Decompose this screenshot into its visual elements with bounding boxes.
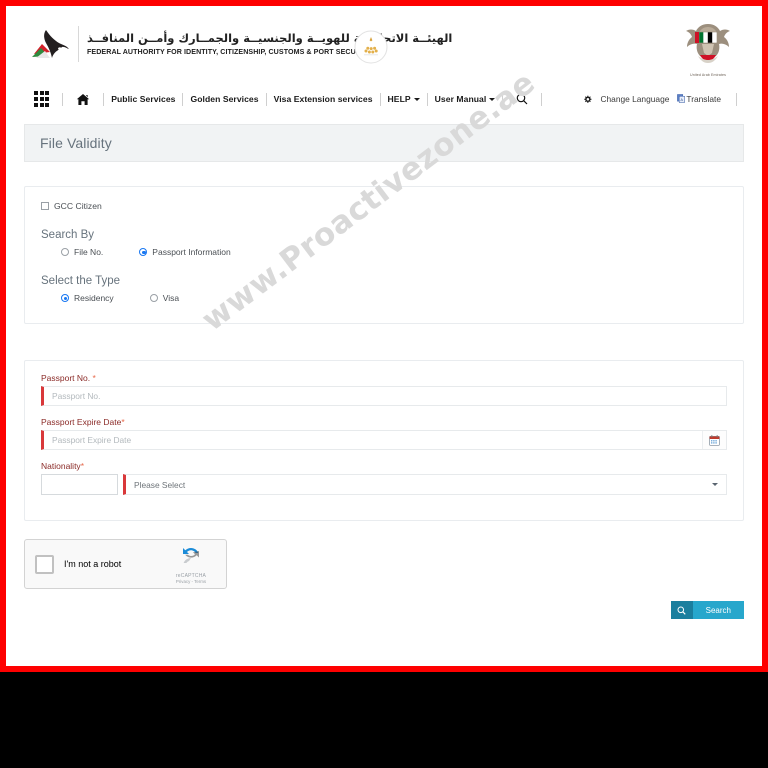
search-icon: [670, 601, 693, 619]
site-header: الهيئــة الاتحاديــة للهويــة والجنسيــة…: [6, 6, 762, 84]
passport-expire-date-field: Passport Expire Date*: [41, 417, 727, 450]
falcon-logo-icon: [32, 30, 69, 58]
gcc-citizen-checkbox-row[interactable]: GCC Citizen: [41, 201, 727, 211]
gcc-citizen-label: GCC Citizen: [54, 201, 102, 211]
government-seal-icon: [354, 30, 388, 64]
radio-indicator: [149, 294, 158, 302]
brand-divider: [78, 26, 79, 62]
nav-item-help-label: HELP: [387, 94, 411, 104]
nav-item-public-services[interactable]: Public Services: [111, 94, 175, 104]
brand-block[interactable]: الهيئــة الاتحاديــة للهويــة والجنسيــة…: [28, 24, 452, 64]
passport-no-field: Passport No. *: [41, 373, 727, 406]
recaptcha-branding: reCAPTCHA Privacy - Terms: [166, 545, 216, 584]
page-title-band: File Validity: [24, 124, 744, 162]
nav-divider: [379, 92, 381, 106]
calendar-icon[interactable]: [702, 431, 726, 449]
nationality-row: Please Select: [41, 474, 727, 495]
home-icon[interactable]: [70, 93, 96, 106]
nationality-select-value: Please Select: [134, 479, 186, 490]
nationality-field: Nationality* Please Select: [41, 461, 727, 495]
search-by-heading: Search By: [41, 229, 95, 241]
nav-item-user-manual[interactable]: User Manual: [435, 94, 496, 104]
search-button[interactable]: Search: [670, 601, 744, 619]
recaptcha-checkbox[interactable]: [35, 554, 54, 574]
select-type-heading: Select the Type: [41, 275, 121, 287]
chevron-down-icon: [413, 97, 420, 101]
nationality-label-text: Nationality: [41, 461, 81, 471]
search-options-panel: GCC Citizen Search By File No. Passport …: [24, 186, 744, 324]
radio-label: Passport Information: [152, 247, 231, 257]
translate-label: Translate: [686, 94, 721, 104]
nav-divider: [62, 92, 64, 106]
radio-search-by-passport-information[interactable]: Passport Information: [139, 247, 231, 257]
change-language-link[interactable]: Change Language: [600, 94, 669, 104]
passport-expire-date-label-text: Passport Expire Date: [41, 417, 122, 427]
passport-no-input[interactable]: [44, 387, 726, 405]
recaptcha-brand-links[interactable]: Privacy - Terms: [166, 579, 216, 584]
passport-no-input-wrap: [41, 386, 727, 406]
nav-divider: [502, 92, 504, 106]
radio-label: Visa: [162, 293, 180, 303]
grid-apps-icon[interactable]: [28, 91, 55, 107]
search-button-label: Search: [692, 601, 744, 619]
uae-emblem-caption: United Arab Emirates: [690, 73, 726, 77]
passport-expire-date-input[interactable]: [44, 431, 702, 449]
brand-arabic-title: الهيئــة الاتحاديــة للهويــة والجنسيــة…: [87, 31, 453, 46]
main-navigation-bar: Public Services Golden Services Visa Ext…: [6, 84, 762, 114]
required-asterisk: *: [80, 461, 84, 471]
passport-details-panel: Passport No. * Passport Expire Date*: [24, 360, 744, 521]
uae-emblem: United Arab Emirates: [680, 20, 736, 77]
radio-indicator: [139, 248, 148, 256]
page-scroll-area: www.Proactivezone.ae الهيئــة الاتحاديــ…: [6, 6, 762, 666]
nav-divider: [265, 92, 267, 106]
recaptcha-logo-icon: [183, 547, 199, 563]
nav-divider: [103, 92, 105, 106]
uae-falcon-emblem-icon: [686, 24, 730, 63]
chevron-down-icon: [489, 97, 496, 101]
nav-item-user-manual-label: User Manual: [434, 94, 487, 104]
nav-right-group: Change Language A Translate: [583, 92, 744, 106]
nav-item-help[interactable]: HELP: [388, 94, 420, 104]
recaptcha-label: I'm not a robot: [64, 559, 122, 569]
nav-divider: [426, 92, 428, 106]
page-title: File Validity: [40, 135, 112, 151]
nav-item-golden-services[interactable]: Golden Services: [190, 94, 258, 104]
radio-type-visa[interactable]: Visa: [149, 293, 180, 303]
translate-link[interactable]: A Translate: [677, 94, 721, 104]
passport-no-label-text: Passport No.: [41, 373, 93, 383]
brand-text: الهيئــة الاتحاديــة للهويــة والجنسيــة…: [87, 31, 453, 56]
gear-icon[interactable]: [583, 95, 593, 104]
nationality-code-input[interactable]: [41, 474, 118, 495]
search-by-radio-group: File No. Passport Information: [41, 247, 727, 257]
search-icon[interactable]: [510, 93, 534, 105]
radio-indicator: [61, 248, 69, 256]
radio-label: Residency: [74, 293, 114, 303]
browser-content-frame: www.Proactivezone.ae الهيئــة الاتحاديــ…: [0, 0, 768, 672]
chevron-down-icon: [712, 482, 718, 486]
nav-left-group: Public Services Golden Services Visa Ext…: [28, 91, 549, 107]
passport-expire-date-label: Passport Expire Date*: [41, 417, 727, 427]
nav-divider: [182, 92, 184, 106]
radio-search-by-file-no[interactable]: File No.: [61, 247, 103, 257]
translate-icon: A: [677, 94, 686, 103]
radio-label: File No.: [74, 247, 104, 257]
select-type-radio-group: Residency Visa: [41, 293, 727, 303]
radio-indicator: [61, 294, 69, 302]
passport-no-label: Passport No. *: [41, 373, 727, 383]
required-asterisk: *: [121, 417, 125, 427]
required-asterisk: *: [92, 373, 96, 383]
gcc-citizen-checkbox[interactable]: [41, 202, 49, 210]
nav-divider: [736, 92, 737, 106]
nationality-label: Nationality*: [41, 461, 727, 471]
search-action-row: Search: [24, 601, 744, 619]
brand-english-title: FEDERAL AUTHORITY FOR IDENTITY, CITIZENS…: [87, 47, 373, 56]
nav-item-visa-extension-services[interactable]: Visa Extension services: [274, 94, 373, 104]
radio-type-residency[interactable]: Residency: [61, 293, 114, 303]
nationality-select[interactable]: Please Select: [123, 474, 727, 495]
nav-divider: [541, 92, 543, 106]
passport-expire-date-input-wrap: [41, 430, 727, 450]
recaptcha-widget[interactable]: I'm not a robot reCAPTCHA Privacy - Term…: [24, 539, 227, 589]
